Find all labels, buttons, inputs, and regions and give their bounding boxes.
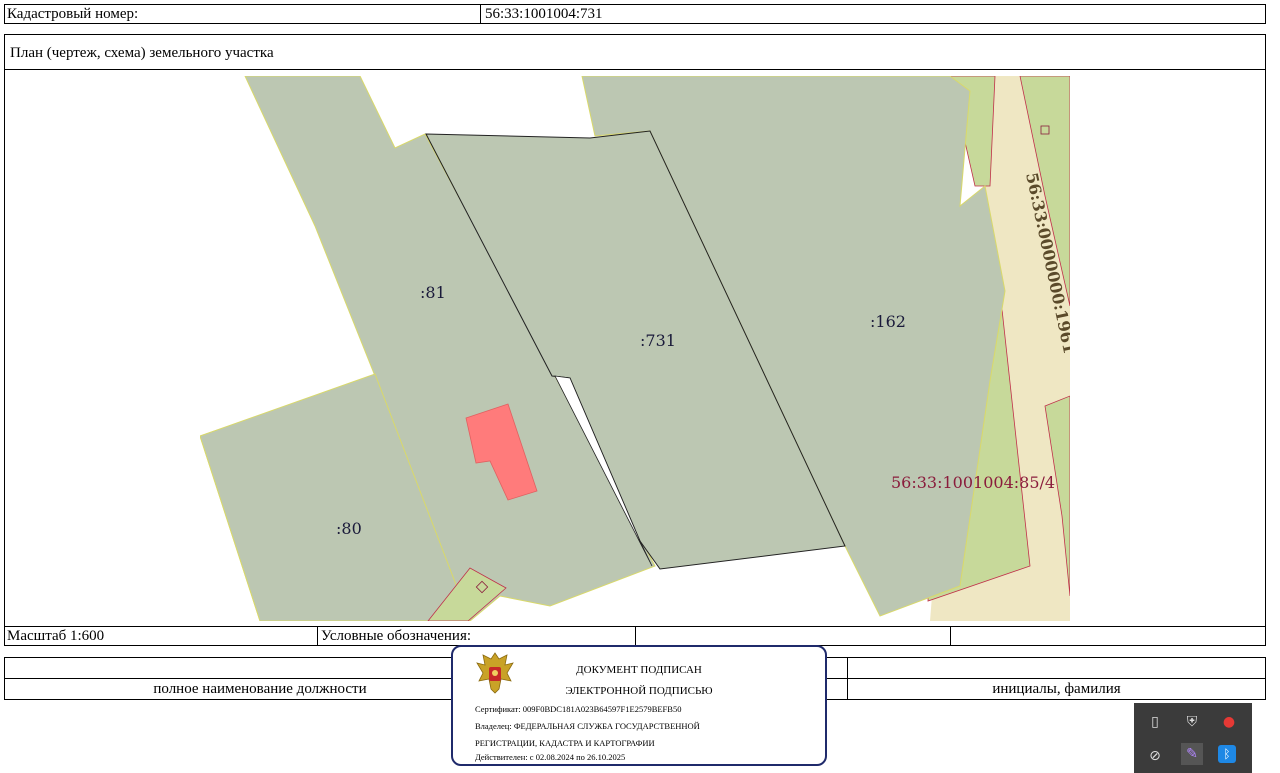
parcel-label: :81: [420, 283, 446, 302]
parcel-label: :731: [640, 331, 676, 350]
plan-title: План (чертеж, схема) земельного участка: [10, 45, 274, 61]
cell-divider: [950, 627, 951, 645]
table-line: [1265, 657, 1266, 700]
cell-divider: [635, 627, 636, 645]
quarter-label: 56:33:1001004:85/4: [891, 473, 1055, 492]
owner-text: Владелец: ФЕДЕРАЛЬНАЯ СЛУЖБА ГОСУДАРСТВЕ…: [475, 721, 700, 731]
shield-icon[interactable]: ⛨: [1181, 711, 1203, 733]
cadastral-number-label: Кадастровый номер:: [7, 6, 139, 22]
legend-label: Условные обозначения:: [321, 628, 472, 644]
scale-row: Масштаб 1:600 Условные обозначения:: [4, 627, 1266, 646]
parcel-label: :162: [870, 312, 906, 331]
divider-line: [5, 69, 1265, 70]
drive-offline-icon[interactable]: ⊘: [1144, 745, 1166, 767]
bluetooth-icon[interactable]: ᛒ: [1218, 745, 1236, 763]
usb-drive-icon[interactable]: ▯: [1144, 711, 1166, 733]
cell-divider: [480, 5, 481, 23]
cell-divider: [317, 627, 318, 645]
owner-text: РЕГИСТРАЦИИ, КАДАСТРА И КАРТОГРАФИИ: [475, 738, 655, 748]
stamp-line: ЭЛЕКТРОННОЙ ПОДПИСЬЮ: [565, 685, 713, 697]
cadastral-number-row: Кадастровый номер: 56:33:1001004:731: [4, 4, 1266, 24]
opera-icon[interactable]: ●: [1218, 711, 1240, 733]
parcel-label: :80: [336, 519, 362, 538]
pen-icon[interactable]: ✎: [1181, 743, 1203, 765]
cadastral-number-value: 56:33:1001004:731: [485, 6, 603, 22]
certificate-text: Сертификат: 009F0BDC181A023B64597F1E2579…: [475, 704, 682, 714]
name-caption: инициалы, фамилия: [992, 681, 1121, 697]
scale-label: Масштаб 1:600: [7, 628, 105, 644]
validity-text: Действителен: с 02.08.2024 по 26.10.2025: [475, 752, 626, 762]
e-signature-stamp: ДОКУМЕНТ ПОДПИСАН ЭЛЕКТРОННОЙ ПОДПИСЬЮ С…: [451, 645, 827, 766]
tray-overflow-panel: ▯ ⛨ ● ⊘ ✎ ᛒ: [1134, 703, 1252, 773]
stamp-line: ДОКУМЕНТ ПОДПИСАН: [576, 664, 702, 676]
position-caption: полное наименование должности: [153, 681, 367, 697]
parcel-map: :81 :731 :162 :80 56:33:1001004:85/4 56:…: [200, 76, 1070, 621]
